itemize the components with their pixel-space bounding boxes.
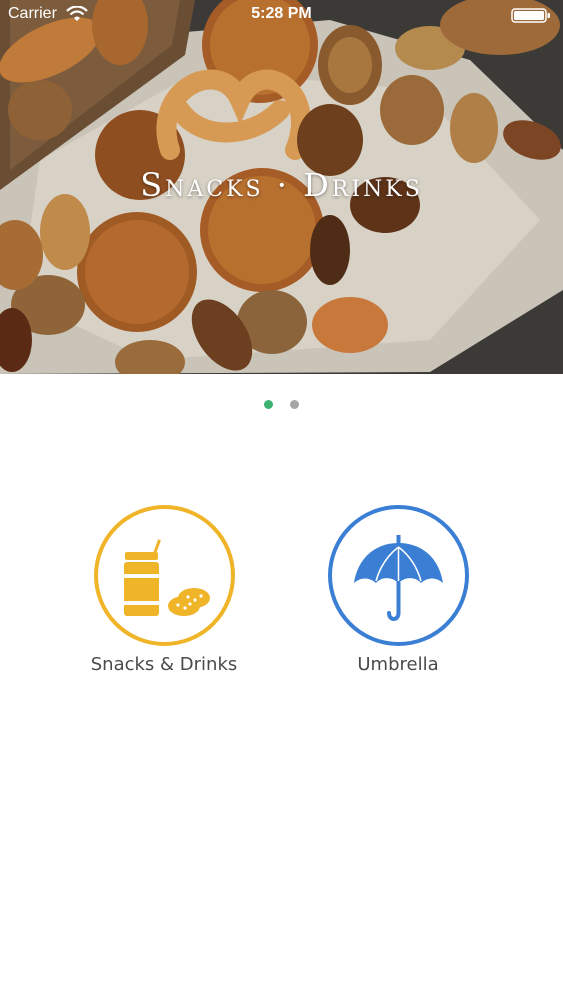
battery-icon	[511, 8, 550, 23]
page-indicator[interactable]	[0, 396, 563, 409]
category-snacks-drinks[interactable]: Snacks & Drinks	[84, 505, 244, 675]
page-dot-2[interactable]	[289, 400, 299, 409]
hero-banner[interactable]: Snacks · Drinks	[0, 0, 563, 374]
status-time: 5:28 PM	[251, 5, 312, 22]
category-icon-circle[interactable]	[93, 505, 235, 646]
snacks-drinks-icon	[123, 539, 210, 616]
page-dot-1[interactable]	[264, 400, 274, 409]
umbrella-icon	[353, 535, 443, 621]
category-label: Snacks & Drinks	[90, 654, 238, 675]
category-umbrella[interactable]: Umbrella	[318, 505, 478, 675]
status-bar: Carrier 5:28 PM	[0, 0, 563, 30]
category-icon-circle[interactable]	[327, 505, 469, 646]
category-label: Umbrella	[357, 654, 439, 675]
hero-title: Snacks · Drinks	[140, 166, 423, 204]
